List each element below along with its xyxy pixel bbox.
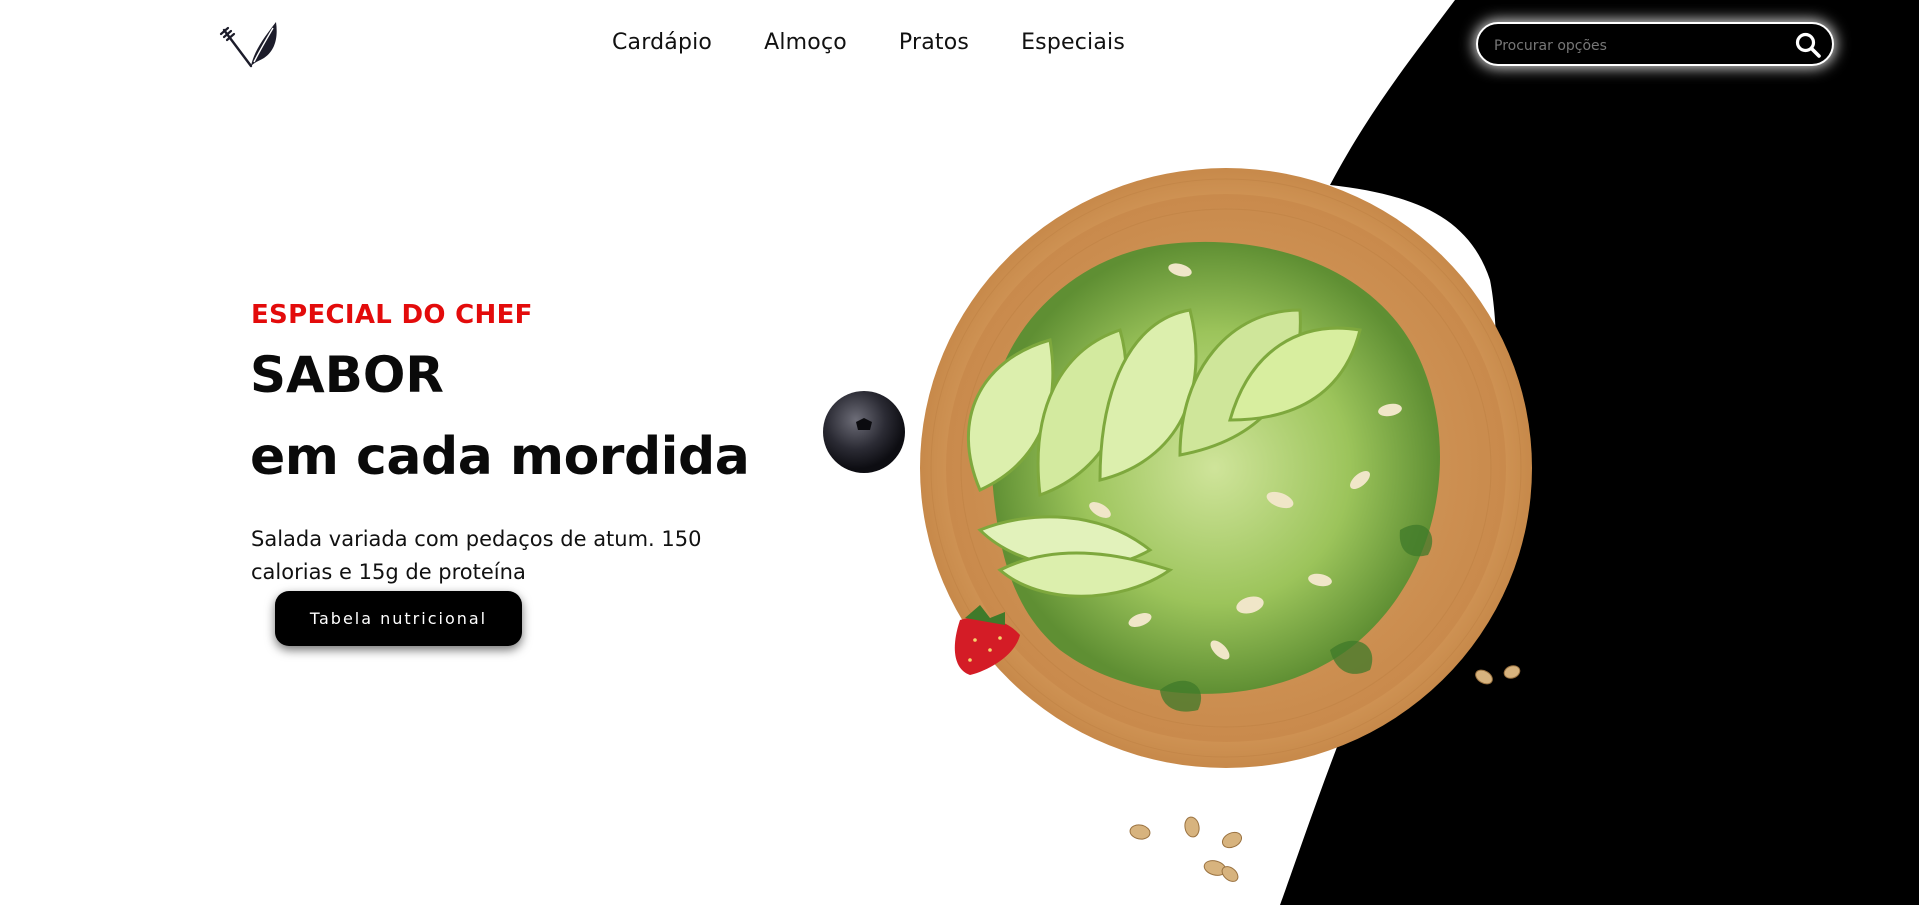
main-nav: Cardápio Almoço Pratos Especiais xyxy=(612,30,1125,55)
salad-bowl-illustration xyxy=(823,168,1532,882)
search-icon[interactable] xyxy=(1794,31,1822,59)
nav-item-cardapio[interactable]: Cardápio xyxy=(612,30,712,55)
nutrition-table-button[interactable]: Tabela nutricional xyxy=(275,591,522,646)
search-bar xyxy=(1476,22,1834,66)
nav-item-pratos[interactable]: Pratos xyxy=(899,30,969,55)
hero-title-line1: SABOR xyxy=(250,346,444,404)
nav-item-especiais[interactable]: Especiais xyxy=(1021,30,1125,55)
nav-item-almoco[interactable]: Almoço xyxy=(764,30,847,55)
fork-leaf-logo-icon[interactable] xyxy=(218,16,288,72)
hero-description: Salada variada com pedaços de atum. 150 … xyxy=(251,527,702,584)
hero-title-line2: em cada mordida xyxy=(250,427,750,487)
search-input[interactable] xyxy=(1492,33,1786,59)
hero-eyebrow: ESPECIAL DO CHEF xyxy=(251,300,533,330)
